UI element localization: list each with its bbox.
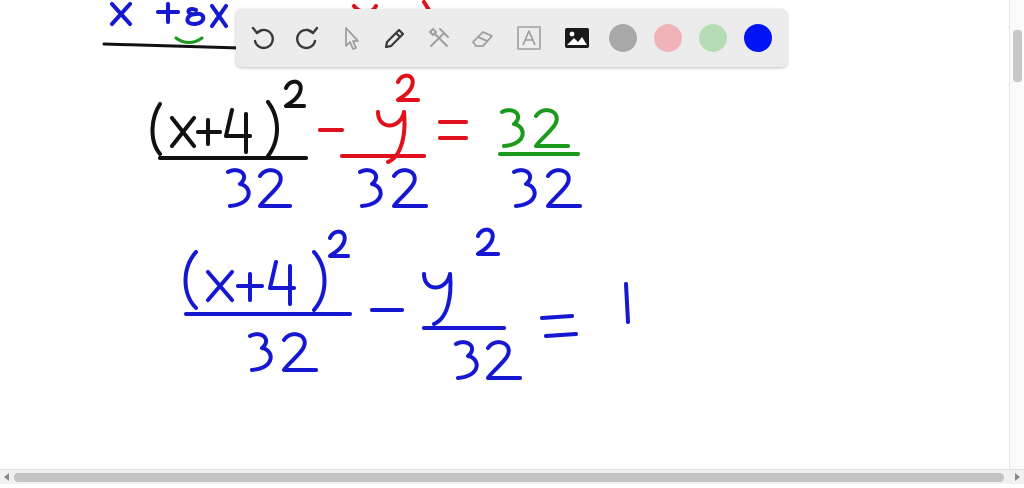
undo-button[interactable] (244, 19, 282, 57)
redo-button[interactable] (288, 19, 326, 57)
color-swatch-pink[interactable] (654, 24, 682, 52)
color-swatch-green[interactable] (699, 24, 727, 52)
select-pointer-icon (345, 27, 359, 50)
scroll-right-arrow-icon[interactable] (1015, 473, 1020, 481)
tools-icon (428, 27, 449, 47)
image-tool-button[interactable] (558, 19, 596, 57)
select-tool-button[interactable] (332, 19, 370, 57)
image-icon (565, 28, 589, 48)
horizontal-scroll-thumb[interactable] (14, 473, 1004, 482)
pen-tool-button[interactable] (376, 19, 414, 57)
scroll-left-arrow-icon[interactable] (4, 473, 9, 481)
text-icon (517, 26, 541, 50)
equation-row-1 (150, 73, 582, 208)
text-tool-button[interactable] (510, 19, 548, 57)
undo-icon (251, 26, 274, 50)
drawing-toolbar (236, 9, 787, 67)
horizontal-scrollbar[interactable] (0, 469, 1024, 484)
vertical-scrollbar[interactable] (1009, 0, 1024, 470)
equation-row-2 (183, 227, 630, 380)
eraser-icon (472, 31, 493, 47)
eraser-tool-button[interactable] (464, 19, 502, 57)
pen-icon (384, 28, 405, 49)
color-swatch-blue[interactable] (744, 24, 772, 52)
redo-icon (296, 26, 319, 50)
tools-button[interactable] (420, 19, 458, 57)
vertical-scroll-thumb[interactable] (1013, 30, 1022, 82)
whiteboard-canvas[interactable] (0, 0, 1024, 484)
handwriting-layer (102, 0, 630, 380)
color-swatch-gray[interactable] (609, 24, 637, 52)
